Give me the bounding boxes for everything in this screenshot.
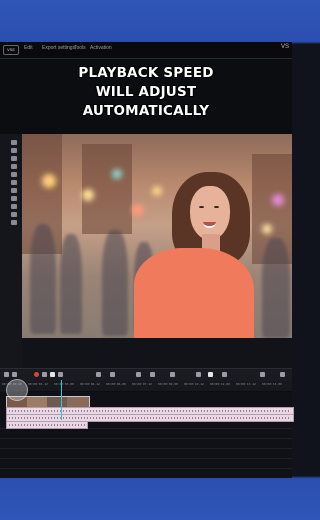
- shape-icon[interactable]: [11, 164, 17, 169]
- ruler-tick: 00:00:04.12: [80, 382, 100, 386]
- zoom-icon[interactable]: [11, 188, 17, 193]
- overlay-caption: PLAYBACK SPEED WILL ADJUST AUTOMATICALLY: [0, 64, 292, 121]
- menu-item-tools[interactable]: Tools: [74, 45, 86, 51]
- rewind-icon[interactable]: [42, 372, 47, 377]
- editor-window: VSE Edit Export settings Tools Activatio…: [0, 42, 294, 478]
- menu-bar: VSE Edit Export settings Tools Activatio…: [0, 42, 292, 59]
- caption-line-1: PLAYBACK SPEED: [78, 65, 214, 81]
- playhead[interactable]: [61, 380, 62, 420]
- zoom-out-icon[interactable]: [208, 372, 213, 377]
- crop-icon[interactable]: [11, 156, 17, 161]
- video-icon[interactable]: [11, 212, 17, 217]
- ruler-tick: 00:00:07.12: [132, 382, 152, 386]
- ruler-tick: 00:00:12.00: [210, 382, 230, 386]
- video-preview[interactable]: [22, 134, 292, 338]
- snapshot-icon[interactable]: [170, 372, 175, 377]
- menu-item-edit[interactable]: Edit: [24, 45, 33, 51]
- split-icon[interactable]: [96, 372, 101, 377]
- settings-icon[interactable]: [260, 372, 265, 377]
- app-logo: VSE: [3, 45, 19, 55]
- cursor-highlight: [6, 379, 28, 401]
- menu-item-export-settings[interactable]: Export settings: [42, 45, 75, 51]
- ruler-tick: 00:00:10.12: [184, 382, 204, 386]
- timeline-ruler[interactable]: 00:00:00.00 00:00:01.12 00:00:03.00 00:0…: [0, 381, 292, 391]
- brush-icon[interactable]: [11, 180, 17, 185]
- volume-icon[interactable]: [136, 372, 141, 377]
- caption-line-2: WILL ADJUST: [95, 84, 197, 100]
- hand-icon[interactable]: [11, 196, 17, 201]
- image-icon[interactable]: [11, 204, 17, 209]
- caption-line-3: AUTOMATICALLY: [82, 103, 210, 119]
- chart-icon[interactable]: [11, 220, 17, 225]
- preview-footer: [22, 338, 292, 368]
- timeline-tracks: [0, 392, 294, 478]
- grid-icon[interactable]: [280, 372, 285, 377]
- delete-icon[interactable]: [110, 372, 115, 377]
- redo-icon[interactable]: [12, 372, 17, 377]
- forward-icon[interactable]: [58, 372, 63, 377]
- ruler-tick: 00:00:15.00: [262, 382, 282, 386]
- cursor-icon[interactable]: [11, 140, 17, 145]
- timeline-toolbar: [0, 368, 292, 382]
- record-icon[interactable]: [34, 372, 39, 377]
- ruler-tick: 00:00:13.12: [236, 382, 256, 386]
- speed-icon[interactable]: [150, 372, 155, 377]
- zoom-in-icon[interactable]: [196, 372, 201, 377]
- pen-icon[interactable]: [11, 172, 17, 177]
- text-icon[interactable]: [11, 148, 17, 153]
- ruler-tick: 00:00:06.00: [106, 382, 126, 386]
- play-icon[interactable]: [50, 372, 55, 377]
- menu-item-activation[interactable]: Activation: [90, 45, 112, 51]
- text-tool-icon[interactable]: [222, 372, 227, 377]
- audio-clip[interactable]: [6, 421, 88, 429]
- ruler-tick: 00:00:09.00: [158, 382, 178, 386]
- undo-icon[interactable]: [4, 372, 9, 377]
- window-corner-label: VS: [280, 44, 289, 50]
- ruler-tick: 00:00:01.12: [28, 382, 48, 386]
- ruler-tick: 00:00:03.00: [54, 382, 74, 386]
